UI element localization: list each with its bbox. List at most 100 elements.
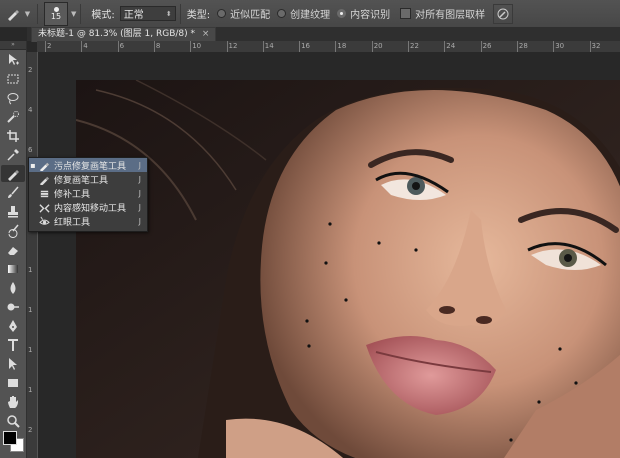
brush-icon[interactable] — [1, 184, 25, 201]
ruler-label: 4 — [83, 42, 88, 50]
ruler-label: 6 — [28, 146, 33, 154]
ruler-label: 1 — [28, 386, 33, 394]
document-tab[interactable]: 未标题-1 @ 81.3% (图层 1, RGB/8) * × — [31, 27, 217, 42]
type-option-create-texture[interactable]: 创建纹理 — [277, 6, 330, 21]
type-option-label: 内容识别 — [350, 10, 391, 21]
brush-size-picker[interactable]: 15 — [44, 1, 68, 26]
ruler-tick — [553, 41, 555, 52]
flyout-item-label: 内容感知移动工具 — [54, 203, 127, 214]
flyout-item-label: 红眼工具 — [54, 217, 91, 228]
type-option-label: 近似匹配 — [230, 10, 271, 21]
foreground-color-swatch[interactable] — [3, 431, 17, 445]
flyout-item-content-aware-move[interactable]: 内容感知移动工具 J — [29, 200, 147, 214]
shortcut-key: J — [138, 202, 141, 212]
hand-icon[interactable] — [1, 393, 25, 410]
options-bar: ▼ 15 ▼ 模式: 正常 ⬍ 类型: 近似匹配 创建纹理 内容识别 对所有图层… — [0, 0, 620, 28]
flyout-item-label: 污点修复画笔工具 — [54, 161, 127, 172]
ruler-label: 1 — [28, 266, 33, 274]
ruler-tick — [480, 41, 482, 52]
toolbox: » — [0, 41, 27, 458]
red-eye-icon — [37, 215, 51, 227]
eraser-icon[interactable] — [1, 241, 25, 258]
document-title: 未标题-1 @ 81.3% (图层 1, RGB/8) * — [38, 29, 195, 39]
tool-preset-picker[interactable]: ▼ — [3, 3, 33, 25]
flyout-item-label: 修补工具 — [54, 189, 91, 200]
radio-selected-icon — [337, 9, 347, 18]
type-option-content-aware[interactable]: 内容识别 — [337, 6, 390, 21]
history-brush-icon[interactable] — [1, 222, 25, 239]
selected-bullet-icon: ▪ — [30, 160, 36, 170]
document-tab-bar: 未标题-1 @ 81.3% (图层 1, RGB/8) * × — [27, 27, 620, 42]
crop-icon[interactable] — [1, 127, 25, 144]
type-option-label: 创建纹理 — [290, 10, 331, 21]
toolbox-collapse-handle[interactable]: » — [0, 41, 26, 50]
color-swatches[interactable] — [3, 429, 24, 452]
zoom-icon[interactable] — [1, 412, 25, 429]
path-select-icon[interactable] — [1, 355, 25, 372]
type-label: 类型: — [186, 10, 211, 21]
chevron-down-icon[interactable]: ▼ — [71, 10, 76, 18]
ruler-label: 1 — [28, 346, 33, 354]
pen-icon[interactable] — [1, 317, 25, 334]
flyout-item-healing-brush[interactable]: 修复画笔工具 J — [29, 172, 147, 186]
blur-icon[interactable] — [1, 279, 25, 296]
dodge-icon[interactable] — [1, 298, 25, 315]
divider — [179, 3, 181, 24]
ruler-tick — [226, 41, 228, 52]
quick-select-icon[interactable] — [1, 108, 25, 125]
ruler-tick — [444, 41, 446, 52]
ruler-tick — [371, 41, 373, 52]
portrait-photo — [76, 80, 620, 458]
flyout-item-label: 修复画笔工具 — [54, 175, 109, 186]
brush-size-value: 15 — [50, 11, 62, 21]
rectangle-icon[interactable] — [1, 374, 25, 391]
flyout-item-red-eye[interactable]: 红眼工具 J — [29, 214, 147, 228]
ruler-tick — [408, 41, 409, 52]
ruler-label: 24 — [446, 42, 456, 50]
marquee-icon[interactable] — [1, 70, 25, 87]
ruler-label: 12 — [228, 42, 238, 50]
shortcut-key: J — [138, 216, 141, 226]
gradient-icon[interactable] — [1, 260, 25, 277]
type-option-proximity-match[interactable]: 近似匹配 — [217, 6, 270, 21]
ruler-label: 10 — [192, 42, 202, 50]
spot-healing-icon — [7, 9, 19, 21]
pressure-size-button[interactable] — [493, 3, 514, 24]
ruler-tick — [299, 41, 301, 52]
ruler-label: 2 — [28, 66, 33, 74]
ruler-label: 28 — [518, 42, 528, 50]
healing-tools-flyout: ▪ 污点修复画笔工具 J 修复画笔工具 J 修补工具 J 内容感知移动工具 J — [28, 157, 148, 232]
mode-select[interactable]: 正常 ⬍ — [119, 6, 176, 21]
clone-stamp-icon[interactable] — [1, 203, 25, 220]
ruler-tick — [516, 41, 518, 52]
content-aware-move-icon — [37, 201, 51, 213]
ruler-tick — [117, 41, 119, 52]
ruler-label: 32 — [591, 42, 601, 50]
spot-healing-icon[interactable] — [1, 165, 25, 182]
move-icon[interactable] — [1, 51, 25, 68]
healing-brush-icon — [37, 173, 51, 185]
updown-icon: ⬍ — [165, 9, 172, 18]
eyedropper-icon[interactable] — [1, 146, 25, 163]
radio-icon — [217, 9, 227, 18]
ruler-label: 6 — [119, 42, 125, 50]
radio-icon — [277, 9, 287, 18]
checkbox-icon — [400, 8, 412, 19]
ruler-label: 2 — [28, 426, 33, 434]
divider — [37, 3, 38, 24]
lasso-icon[interactable] — [1, 89, 25, 106]
mode-label: 模式: — [91, 10, 115, 21]
flyout-item-spot-healing[interactable]: ▪ 污点修复画笔工具 J — [29, 158, 147, 172]
flyout-item-patch[interactable]: 修补工具 J — [29, 186, 147, 200]
close-icon[interactable]: × — [202, 29, 210, 39]
ruler-label: 22 — [410, 42, 419, 50]
sample-all-layers-checkbox[interactable]: 对所有图层取样 — [400, 6, 485, 21]
patch-icon — [37, 187, 51, 199]
shortcut-key: J — [138, 188, 141, 198]
shortcut-key: J — [138, 160, 141, 170]
ruler-tick — [335, 41, 337, 52]
vertical-ruler: 2468111112 — [27, 52, 38, 458]
ruler-label: 4 — [28, 106, 33, 114]
canvas[interactable] — [38, 52, 620, 458]
type-icon[interactable] — [1, 336, 25, 353]
